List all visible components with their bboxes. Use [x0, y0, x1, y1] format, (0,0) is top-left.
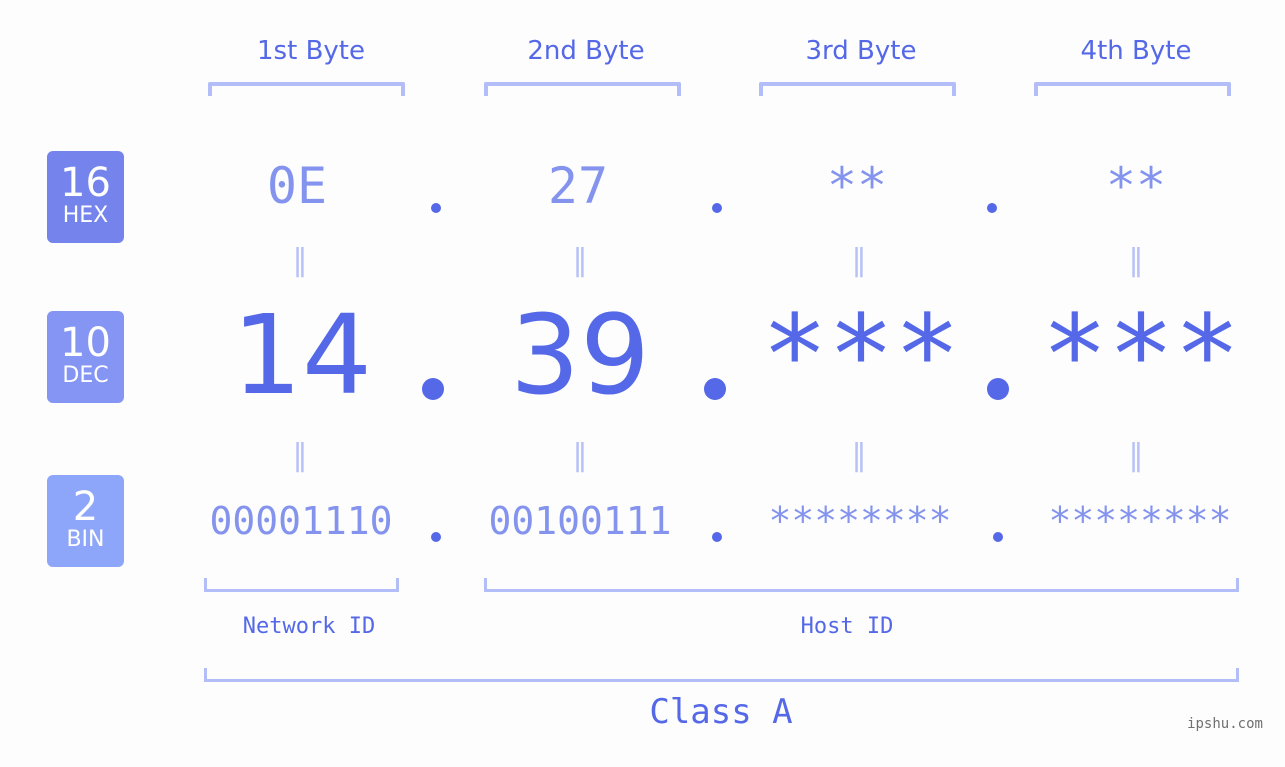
dec-separator-dot [704, 378, 726, 400]
hex-value-4: ** [1105, 157, 1167, 215]
byte-header-1: 1st Byte [257, 36, 365, 66]
host-id-label: Host ID [800, 614, 894, 639]
equals-sign: ‖ [1128, 243, 1144, 278]
byte-bracket-4 [1034, 82, 1231, 96]
hex-badge-label: HEX [62, 203, 109, 228]
bin-badge: 2 BIN [47, 475, 124, 567]
byte-header-3: 3rd Byte [805, 36, 917, 66]
hex-value-1: 0E [266, 157, 328, 215]
byte-bracket-1 [208, 82, 405, 96]
host-id-bracket [484, 578, 1239, 592]
equals-sign: ‖ [572, 438, 588, 473]
dec-value-2: 39 [510, 291, 650, 419]
dec-separator-dot [987, 378, 1009, 400]
dec-badge-number: 10 [60, 320, 111, 366]
bin-separator-dot [993, 532, 1003, 542]
byte-header-2: 2nd Byte [527, 36, 645, 66]
hex-separator-dot [712, 203, 722, 213]
equals-sign: ‖ [572, 243, 588, 278]
bin-value-3: ******** [768, 499, 952, 543]
network-id-bracket [204, 578, 399, 592]
byte-header-4: 4th Byte [1080, 36, 1192, 66]
hex-badge: 16 HEX [47, 151, 124, 243]
hex-value-2: 27 [547, 157, 609, 215]
dec-separator-dot [422, 378, 444, 400]
bin-value-2: 00100111 [488, 499, 672, 543]
equals-sign: ‖ [851, 243, 867, 278]
hex-separator-dot [431, 203, 441, 213]
watermark: ipshu.com [1187, 716, 1263, 732]
bin-badge-label: BIN [66, 527, 105, 552]
network-id-label: Network ID [242, 614, 376, 639]
bin-value-1: 00001110 [209, 499, 393, 543]
dec-value-1: 14 [232, 291, 372, 419]
equals-sign: ‖ [292, 438, 308, 473]
bin-badge-number: 2 [72, 484, 99, 530]
bin-separator-dot [431, 532, 441, 542]
hex-value-3: ** [826, 157, 888, 215]
class-label: Class A [649, 692, 793, 732]
dec-value-3: *** [761, 291, 961, 419]
bin-value-4: ******** [1048, 499, 1232, 543]
bin-separator-dot [712, 532, 722, 542]
byte-bracket-2 [484, 82, 681, 96]
dec-badge-label: DEC [62, 363, 109, 388]
equals-sign: ‖ [292, 243, 308, 278]
byte-bracket-3 [759, 82, 956, 96]
hex-badge-number: 16 [60, 160, 111, 206]
dec-badge: 10 DEC [47, 311, 124, 403]
class-bracket [204, 668, 1239, 682]
equals-sign: ‖ [851, 438, 867, 473]
dec-value-4: *** [1041, 291, 1241, 419]
equals-sign: ‖ [1128, 438, 1144, 473]
hex-separator-dot [987, 203, 997, 213]
